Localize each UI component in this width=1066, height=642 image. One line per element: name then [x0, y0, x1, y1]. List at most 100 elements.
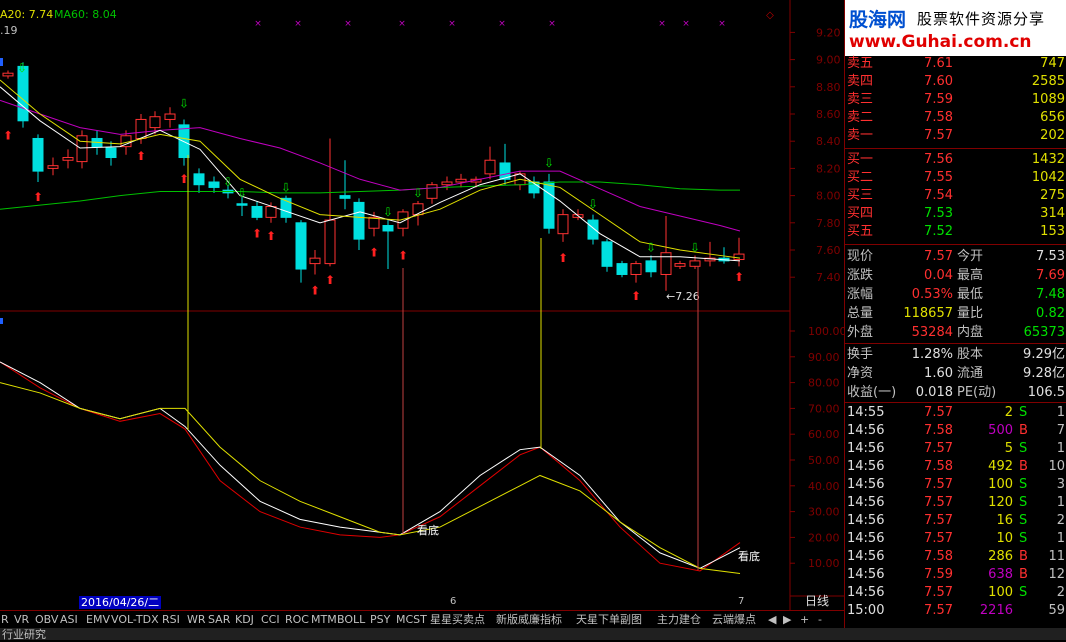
tick-row: 14:56 7.57 120 S 1 [845, 494, 1066, 512]
candle-body [733, 253, 745, 261]
nav-left-icon[interactable]: ◀ [768, 611, 776, 629]
signal-x-marker: × [658, 19, 666, 29]
signal-x-marker: × [682, 19, 690, 29]
ma60-label: MA60: 8.04 [54, 8, 117, 21]
sell-arrow-icon: ⇩ [237, 186, 247, 200]
fund-label: PE(动) [957, 385, 997, 400]
signal-x-marker: × [718, 19, 726, 29]
quote-label: 量比 [957, 306, 984, 321]
order-price: 7.61 [924, 56, 953, 71]
candle-body [149, 116, 161, 129]
indicator-tab[interactable]: EMV [86, 611, 110, 629]
tick-price: 7.57 [924, 495, 953, 510]
osc-tick-label: 80.00 [808, 377, 840, 390]
candle-body [630, 263, 642, 275]
sell-arrow-icon: ⇩ [383, 205, 393, 219]
indicator-tab[interactable]: WR [187, 611, 206, 629]
tick-count: 1 [1056, 531, 1065, 546]
tick-row: 14:56 7.58 500 B 7 [845, 422, 1066, 440]
tick-time: 15:00 [847, 603, 885, 618]
chart-canvas[interactable]: A20: 7.74 MA60: 8.04 .19 9.20 9.00 8.80 8.60 8.… [0, 0, 844, 640]
order-book-sell-row: 卖二 7.58 656 [845, 109, 1066, 127]
tick-volume: 638 [988, 567, 1013, 582]
tick-time: 14:56 [847, 495, 885, 510]
ma20-line [0, 99, 741, 232]
tick-price: 7.57 [924, 603, 953, 618]
quote-value: 7.57 [924, 249, 953, 264]
indicator-tab[interactable]: VOL-TDX [111, 611, 159, 629]
month-mark: 6 [450, 596, 456, 607]
tick-price: 7.57 [924, 405, 953, 420]
indicator-tab[interactable]: BOLL [337, 611, 365, 629]
tick-row: 14:56 7.58 286 B 11 [845, 548, 1066, 566]
zoom-in-icon[interactable]: + [800, 611, 809, 629]
osc-tick-label: 50.00 [808, 454, 840, 467]
candle-body [32, 137, 44, 172]
tick-count: 1 [1056, 495, 1065, 510]
indicator-tab[interactable]: ROC [285, 611, 309, 629]
order-volume: 314 [1040, 206, 1065, 221]
indicator-tab[interactable]: CCI [261, 611, 280, 629]
quote-row: 涨跌 0.04 最高 7.69 [845, 267, 1066, 285]
osc-tick-label: 60.00 [808, 428, 840, 441]
indicator-tab[interactable]: MCST [396, 611, 427, 629]
tick-row: 14:56 7.57 10 S 1 [845, 530, 1066, 548]
candle-body [382, 225, 394, 232]
nav-right-icon[interactable]: ▶ [783, 611, 791, 629]
tick-price: 7.58 [924, 459, 953, 474]
order-volume: 656 [1040, 110, 1065, 125]
buy-arrow-icon: ⬆ [631, 289, 641, 303]
indicator-tab[interactable]: 星星买卖点 [430, 611, 485, 629]
osc-red-line [0, 361, 741, 572]
sell-arrow-icon: ⇩ [646, 240, 656, 254]
sell-arrow-icon: ⇩ [179, 96, 189, 110]
tick-side: S [1019, 495, 1028, 510]
quote-value: 118657 [903, 306, 953, 321]
price-tick-label: 8.60 [816, 108, 841, 121]
tick-count: 59 [1048, 603, 1065, 618]
sell-arrow-icon: ⇩ [223, 175, 233, 189]
candle-body [324, 219, 336, 265]
sell-arrow-icon: ⇩ [413, 186, 423, 200]
osc-tick-label: 20.00 [808, 531, 840, 544]
tick-volume: 2 [1004, 405, 1013, 420]
osc-tick-label: 70.00 [808, 402, 840, 415]
tick-count: 3 [1056, 477, 1065, 492]
order-label: 卖五 [847, 56, 874, 71]
buy-arrow-icon: ⬆ [325, 273, 335, 287]
order-price: 7.57 [924, 128, 953, 143]
tick-volume: 100 [988, 585, 1013, 600]
ma60-line [0, 181, 740, 210]
candle-body [251, 205, 263, 218]
indicator-tab[interactable]: 新版威廉指标 [496, 611, 562, 629]
candle-body [62, 157, 74, 161]
fund-label: 换手 [847, 347, 874, 362]
price-tick-label: 9.00 [816, 54, 841, 67]
fund-value: 1.28% [911, 347, 953, 362]
order-label: 卖三 [847, 92, 874, 107]
indicator-tab[interactable]: PSY [370, 611, 390, 629]
indicator-tab[interactable]: KDJ [235, 611, 254, 629]
quote-value: 7.69 [1036, 268, 1065, 283]
tick-volume: 16 [996, 513, 1013, 528]
tick-price: 7.58 [924, 423, 953, 438]
status-bar: 行业研究 [0, 628, 1066, 641]
tick-row: 14:55 7.57 2 S 1 [845, 404, 1066, 422]
quote-label: 最低 [957, 287, 984, 302]
tick-time: 14:56 [847, 567, 885, 582]
indicator-tab[interactable]: 主力建仓 [657, 611, 701, 629]
indicator-tab[interactable]: ASI [60, 611, 78, 629]
indicator-tab[interactable]: 天星下单副图 [576, 611, 642, 629]
tick-volume: 10 [996, 531, 1013, 546]
order-label: 卖四 [847, 74, 874, 89]
indicator-tab[interactable]: 云端爆点 [712, 611, 756, 629]
indicator-tab[interactable]: MTM [311, 611, 337, 629]
kline-chart-area[interactable]: A20: 7.74 MA60: 8.04 .19 9.20 9.00 8.80 8.60 8.… [0, 0, 844, 640]
indicator-tab[interactable]: SAR [208, 611, 230, 629]
indicator-tab[interactable]: RSI [162, 611, 180, 629]
zoom-out-icon[interactable]: - [818, 611, 822, 629]
osc-tick-label: 30.00 [808, 506, 840, 519]
buy-arrow-icon: ⬆ [3, 129, 13, 143]
price-tick-label: 8.00 [816, 190, 841, 203]
osc-white-line [0, 361, 741, 569]
